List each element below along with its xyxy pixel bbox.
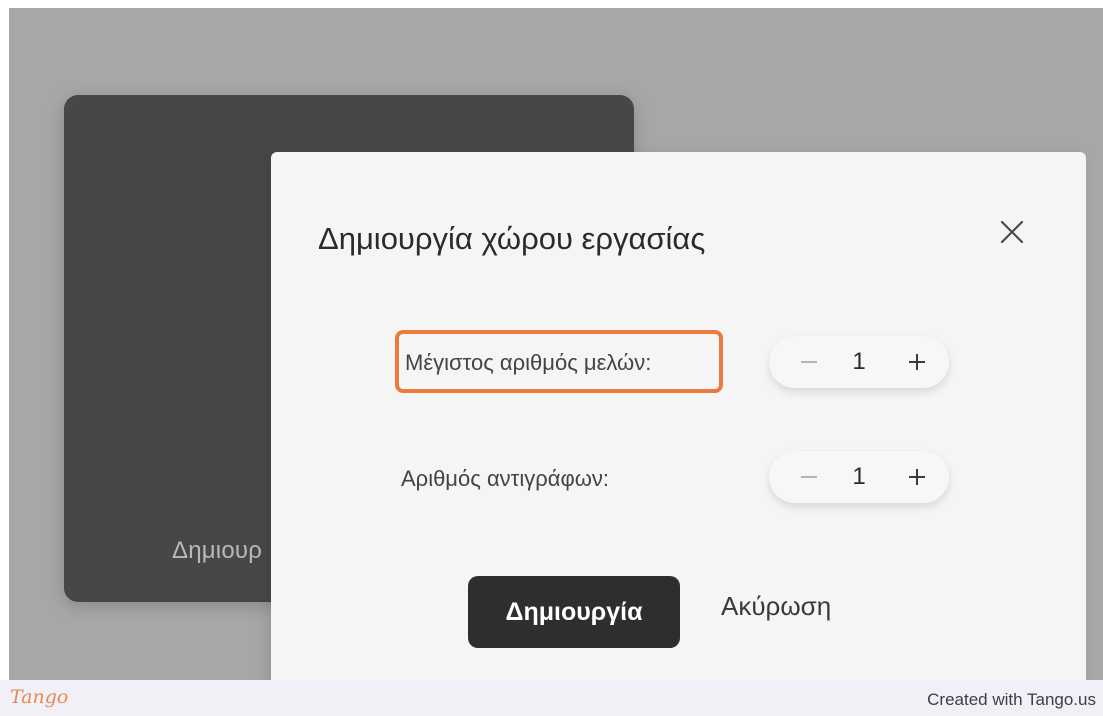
copies-label: Αριθμός αντιγράφων: bbox=[401, 466, 610, 491]
tango-logo: Tango bbox=[10, 686, 69, 708]
create-workspace-dialog: Δημιουργία χώρου εργασίας Μέγιστος αριθμ… bbox=[271, 152, 1086, 680]
max-members-stepper: 1 bbox=[769, 336, 949, 388]
cancel-button[interactable]: Ακύρωση bbox=[721, 591, 831, 631]
screenshot-frame: Δημιουρ Δημιουργία χώρου εργασίας Μέγιστ… bbox=[0, 0, 1103, 716]
copies-decrement-button[interactable] bbox=[785, 451, 833, 503]
max-members-value: 1 bbox=[852, 348, 866, 375]
dialog-title: Δημιουργία χώρου εργασίας bbox=[318, 221, 706, 256]
tango-footer: Tango Created with Tango.us bbox=[0, 680, 1103, 716]
app-viewport: Δημιουρ Δημιουργία χώρου εργασίας Μέγιστ… bbox=[9, 8, 1103, 680]
minus-icon bbox=[801, 476, 817, 478]
close-icon bbox=[1000, 220, 1024, 244]
copies-increment-button[interactable] bbox=[893, 451, 941, 503]
copies-value: 1 bbox=[852, 463, 866, 490]
copies-stepper: 1 bbox=[769, 451, 949, 503]
max-members-increment-button[interactable] bbox=[893, 336, 941, 388]
minus-icon bbox=[801, 361, 817, 363]
plus-icon bbox=[909, 354, 925, 370]
plus-icon bbox=[909, 469, 925, 485]
close-button[interactable] bbox=[997, 217, 1027, 247]
create-button[interactable]: Δημιουργία bbox=[468, 576, 680, 648]
max-members-label: Μέγιστος αριθμός μελών: bbox=[405, 350, 652, 375]
footer-credit: Created with Tango.us bbox=[927, 690, 1096, 709]
background-card-label: Δημιουρ bbox=[172, 537, 263, 564]
max-members-decrement-button[interactable] bbox=[785, 336, 833, 388]
